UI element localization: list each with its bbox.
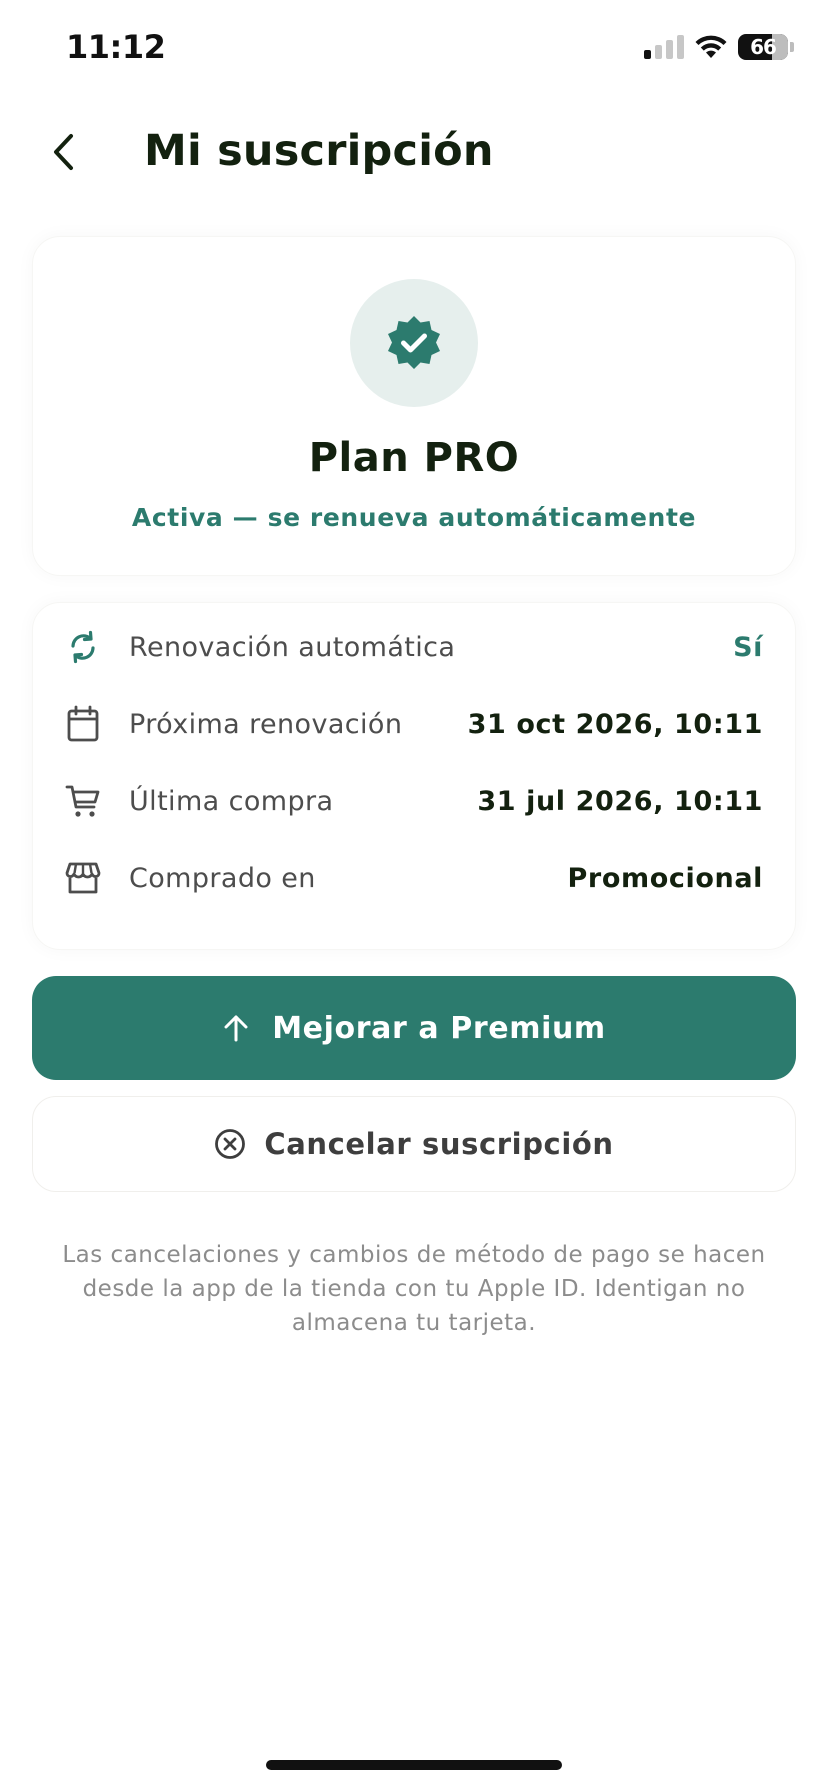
cancel-circle-icon — [215, 1129, 246, 1159]
plan-status: Activa — se renueva automáticamente — [131, 503, 697, 532]
upgrade-button-label: Mejorar a Premium — [272, 1010, 606, 1046]
refresh-icon — [63, 627, 103, 667]
detail-row-auto-renew: Renovación automática Sí — [33, 607, 795, 687]
battery-icon: 66 — [738, 34, 788, 60]
cancel-subscription-button[interactable]: Cancelar suscripción — [32, 1096, 796, 1192]
plan-badge — [350, 279, 478, 407]
detail-label: Última compra — [129, 785, 334, 817]
wifi-icon — [695, 35, 727, 58]
detail-row-last-purchase: Última compra 31 jul 2026, 10:11 — [33, 761, 795, 841]
status-icons: 66 — [644, 34, 794, 60]
cart-icon — [63, 781, 103, 821]
back-button[interactable] — [34, 122, 94, 182]
page-title: Mi suscripción — [144, 126, 494, 176]
verified-badge-icon — [388, 316, 440, 369]
home-indicator[interactable] — [266, 1760, 562, 1770]
status-time: 11:12 — [66, 28, 166, 66]
detail-label: Renovación automática — [129, 631, 456, 663]
plan-name: Plan PRO — [308, 435, 520, 481]
subscription-details-card: Renovación automática Sí Próxima renovac… — [32, 602, 796, 950]
calendar-icon — [63, 704, 103, 744]
detail-value: 31 jul 2026, 10:11 — [477, 785, 763, 817]
detail-value: Sí — [733, 631, 763, 663]
detail-label: Comprado en — [129, 862, 316, 894]
store-icon — [63, 858, 103, 898]
cellular-signal-icon — [644, 35, 684, 59]
plan-card: Plan PRO Activa — se renueva automáticam… — [32, 236, 796, 576]
battery-tip — [790, 42, 794, 52]
detail-label: Próxima renovación — [129, 708, 403, 740]
chevron-left-icon — [54, 134, 73, 170]
detail-value: 31 oct 2026, 10:11 — [467, 708, 763, 740]
upgrade-button[interactable]: Mejorar a Premium — [32, 976, 796, 1080]
cancel-subscription-label: Cancelar suscripción — [264, 1127, 614, 1161]
arrow-up-icon — [224, 1015, 248, 1042]
status-bar: 11:12 66 — [0, 0, 828, 100]
detail-row-next-renewal: Próxima renovación 31 oct 2026, 10:11 — [33, 684, 795, 764]
header: Mi suscripción — [0, 100, 828, 210]
payment-footnote: Las cancelaciones y cambios de método de… — [62, 1242, 766, 1336]
detail-value: Promocional — [567, 862, 763, 894]
battery-level: 66 — [750, 35, 777, 59]
detail-row-purchased-in: Comprado en Promocional — [33, 838, 795, 918]
